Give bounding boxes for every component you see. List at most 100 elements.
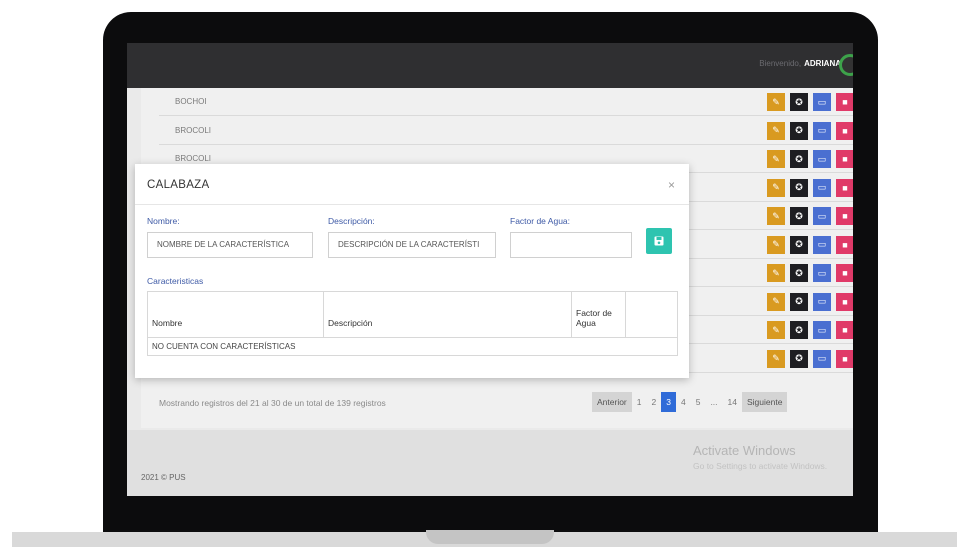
- trash-icon: ■: [842, 268, 848, 278]
- row-actions: ✎ ✪ ▭ ■: [767, 93, 853, 111]
- edit-button[interactable]: ✎: [767, 207, 785, 225]
- edit-button[interactable]: ✎: [767, 150, 785, 168]
- view-button[interactable]: ▭: [813, 264, 831, 282]
- row-actions: ✎ ✪ ▭ ■: [767, 292, 853, 311]
- row-actions: ✎ ✪ ▭ ■: [767, 235, 853, 254]
- award-button[interactable]: ✪: [790, 321, 808, 339]
- pagination-next[interactable]: Siguiente: [742, 392, 788, 412]
- modal-divider: [135, 204, 689, 205]
- view-button[interactable]: ▭: [813, 235, 831, 254]
- award-button[interactable]: ✪: [790, 264, 808, 282]
- row-actions: ✎ ✪ ▭ ■: [767, 121, 853, 140]
- page-1[interactable]: 1: [632, 392, 647, 412]
- trash-icon: ■: [842, 97, 848, 107]
- view-icon: ▭: [817, 210, 827, 221]
- award-button[interactable]: ✪: [790, 150, 808, 168]
- list-item-name: BROCOLI: [175, 154, 212, 163]
- user-name[interactable]: ADRIANA: [804, 59, 841, 68]
- view-button[interactable]: ▭: [813, 121, 831, 140]
- delete-button[interactable]: ■: [836, 150, 853, 168]
- delete-button[interactable]: ■: [836, 349, 853, 368]
- delete-button[interactable]: ■: [836, 321, 853, 339]
- col-descripcion: Descripción: [323, 291, 572, 338]
- page-2[interactable]: 2: [647, 392, 662, 412]
- view-icon: ▭: [817, 239, 827, 249]
- edit-icon: ✎: [772, 324, 780, 335]
- trash-icon: ■: [842, 211, 848, 221]
- edit-button[interactable]: ✎: [767, 321, 785, 339]
- view-button[interactable]: ▭: [813, 321, 831, 339]
- edit-button[interactable]: ✎: [767, 235, 785, 254]
- trash-icon: ■: [842, 125, 848, 136]
- row-actions: ✎ ✪ ▭ ■: [767, 264, 853, 282]
- list-item-name: BROCOLI: [175, 125, 212, 135]
- award-button[interactable]: ✪: [790, 349, 808, 368]
- edit-button[interactable]: ✎: [767, 349, 785, 368]
- copyright: 2021 © PUS: [141, 473, 186, 482]
- delete-button[interactable]: ■: [836, 121, 853, 140]
- page-5[interactable]: 5: [691, 392, 706, 412]
- col-actions: [625, 291, 678, 338]
- view-button[interactable]: ▭: [813, 349, 831, 368]
- view-icon: ▭: [817, 267, 827, 278]
- view-button[interactable]: ▭: [813, 292, 831, 311]
- award-button[interactable]: ✪: [790, 121, 808, 140]
- edit-button[interactable]: ✎: [767, 93, 785, 111]
- edit-icon: ✎: [772, 182, 780, 192]
- award-button[interactable]: ✪: [790, 207, 808, 225]
- view-button[interactable]: ▭: [813, 93, 831, 111]
- view-icon: ▭: [817, 296, 827, 306]
- table-header-row: Nombre Descripción Factor de Agua: [147, 291, 678, 338]
- close-icon[interactable]: ×: [668, 178, 675, 192]
- delete-button[interactable]: ■: [836, 264, 853, 282]
- award-icon: ✪: [795, 125, 803, 135]
- col-factor-agua: Factor de Agua: [571, 291, 626, 338]
- empty-message: NO CUENTA CON CARACTERÍSTICAS: [147, 337, 678, 356]
- edit-button[interactable]: ✎: [767, 292, 785, 311]
- delete-button[interactable]: ■: [836, 292, 853, 311]
- nombre-input[interactable]: NOMBRE DE LA CARACTERÍSTICA: [147, 232, 313, 258]
- edit-button[interactable]: ✎: [767, 178, 785, 197]
- award-button[interactable]: ✪: [790, 178, 808, 197]
- award-button[interactable]: ✪: [790, 292, 808, 311]
- list-item: BROCOLI ✎ ✪ ▭ ■: [159, 117, 853, 145]
- edit-button[interactable]: ✎: [767, 264, 785, 282]
- trash-icon: ■: [842, 154, 848, 164]
- edit-button[interactable]: ✎: [767, 121, 785, 140]
- edit-icon: ✎: [772, 267, 780, 278]
- row-actions: ✎ ✪ ▭ ■: [767, 150, 853, 168]
- delete-button[interactable]: ■: [836, 178, 853, 197]
- award-icon: ✪: [795, 267, 803, 278]
- page-ellipsis: ...: [710, 397, 718, 407]
- page-14[interactable]: 14: [723, 392, 742, 412]
- delete-button[interactable]: ■: [836, 93, 853, 111]
- pagination-previous[interactable]: Anterior: [592, 392, 632, 412]
- view-button[interactable]: ▭: [813, 178, 831, 197]
- edit-icon: ✎: [772, 153, 780, 164]
- welcome-text: Bienvenido, ADRIANA: [759, 59, 841, 68]
- trash-icon: ■: [842, 296, 848, 307]
- factor-agua-input[interactable]: [510, 232, 632, 258]
- laptop-notch: [426, 530, 554, 544]
- delete-button[interactable]: ■: [836, 207, 853, 225]
- avatar[interactable]: [839, 54, 853, 76]
- delete-button[interactable]: ■: [836, 235, 853, 254]
- view-icon: ▭: [817, 353, 827, 363]
- trash-icon: ■: [842, 182, 848, 193]
- edit-icon: ✎: [772, 96, 780, 107]
- characteristics-table: Nombre Descripción Factor de Agua NO CUE…: [147, 291, 678, 356]
- page-4[interactable]: 4: [676, 392, 691, 412]
- award-button[interactable]: ✪: [790, 235, 808, 254]
- edit-icon: ✎: [772, 210, 780, 221]
- edit-icon: ✎: [772, 353, 780, 363]
- descripcion-input[interactable]: DESCRIPCIÓN DE LA CARACTERÍSTI: [328, 232, 496, 258]
- view-button[interactable]: ▭: [813, 207, 831, 225]
- save-button[interactable]: [646, 228, 672, 254]
- page-3-active[interactable]: 3: [661, 392, 676, 412]
- list-item: BOCHOI ✎ ✪ ▭ ■: [159, 88, 853, 116]
- row-actions: ✎ ✪ ▭ ■: [767, 207, 853, 225]
- award-icon: ✪: [795, 239, 803, 249]
- welcome-label: Bienvenido,: [759, 59, 802, 68]
- award-button[interactable]: ✪: [790, 93, 808, 111]
- view-button[interactable]: ▭: [813, 150, 831, 168]
